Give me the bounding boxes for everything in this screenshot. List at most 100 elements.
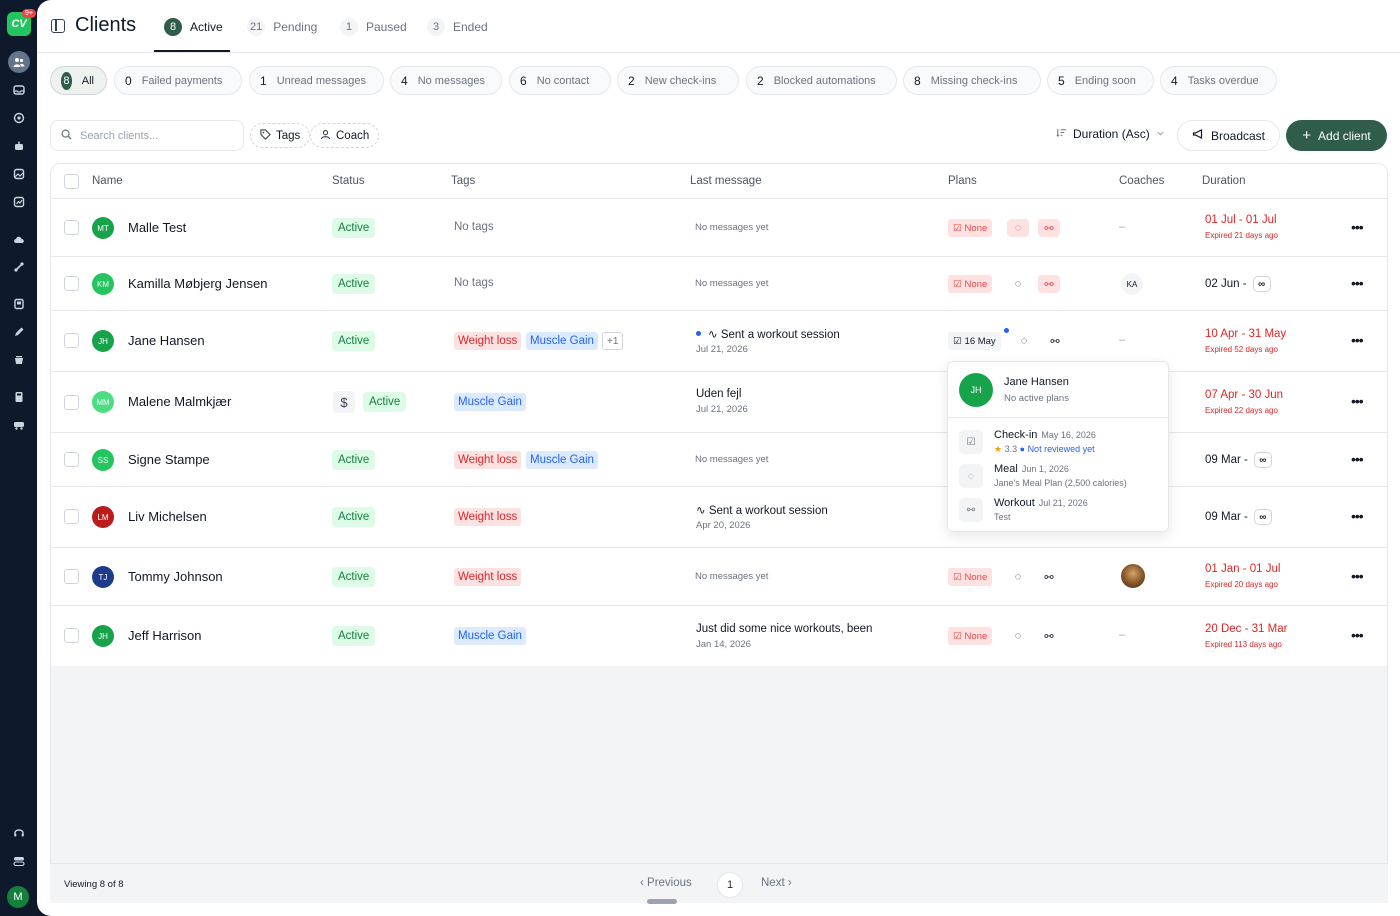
scroll-handle[interactable] (647, 899, 677, 904)
tag-more[interactable]: +1 (602, 332, 624, 350)
client-name[interactable]: Kamilla Møbjerg Jensen (128, 276, 267, 291)
checkin-plan-badge[interactable]: ☑ None (948, 568, 993, 586)
client-name[interactable]: Tommy Johnson (128, 569, 223, 584)
table-row[interactable]: MM Malene Malmkjær $ Active Muscle Gain … (51, 372, 1387, 433)
last-message-title[interactable]: Just did some nice workouts, been (696, 623, 872, 635)
link-icon[interactable] (8, 256, 30, 278)
client-name[interactable]: Jeff Harrison (128, 628, 201, 643)
next-page-button[interactable]: Next › (761, 877, 792, 889)
more-options-icon[interactable]: ••• (1351, 451, 1364, 467)
sort-dropdown[interactable]: Duration (Asc) (1056, 127, 1165, 141)
more-options-icon[interactable]: ••• (1351, 332, 1364, 348)
checkin-plan-badge[interactable]: ☑ None (948, 275, 993, 293)
row-checkbox[interactable] (64, 333, 79, 348)
table-row[interactable]: JH Jane Hansen Active Weight loss Muscle… (51, 311, 1387, 372)
filter-ending-soon[interactable]: 5 Ending soon (1047, 66, 1154, 95)
table-row[interactable]: LM Liv Michelsen Active Weight loss ∿ Se… (51, 487, 1387, 548)
train-icon[interactable] (8, 414, 30, 436)
more-options-icon[interactable]: ••• (1351, 568, 1364, 584)
pen-icon[interactable] (8, 321, 30, 343)
row-checkbox[interactable] (64, 276, 79, 291)
column-header-tags[interactable]: Tags (451, 175, 475, 187)
filter-no-messages[interactable]: 4 No messages (390, 66, 502, 95)
tab-pending[interactable]: 21 Pending (247, 16, 317, 38)
filter-tasks-overdue[interactable]: 4 Tasks overdue (1160, 66, 1277, 95)
page-number-button[interactable]: 1 (717, 872, 743, 898)
tag-weight-loss[interactable]: Weight loss (454, 568, 522, 586)
target-icon[interactable] (8, 107, 30, 129)
add-client-button[interactable]: + Add client (1286, 120, 1387, 151)
filter-blocked-automations[interactable]: 2 Blocked automations (746, 66, 897, 95)
last-message-title[interactable]: Uden fejl (696, 388, 741, 400)
table-row[interactable]: JH Jeff Harrison Active Muscle Gain Just… (51, 606, 1387, 666)
meal-plan-icon[interactable]: ◌ (1007, 627, 1029, 645)
inbox-icon[interactable] (8, 79, 30, 101)
column-header-duration[interactable]: Duration (1202, 175, 1245, 187)
sidebar-toggle-icon[interactable] (51, 19, 65, 33)
coach-avatar[interactable]: KA (1121, 273, 1143, 295)
workout-plan-icon[interactable]: ⚯ (1038, 275, 1060, 293)
more-options-icon[interactable]: ••• (1351, 393, 1364, 409)
user-avatar[interactable]: M (7, 886, 29, 908)
bot-icon[interactable] (8, 135, 30, 157)
filter-new-check-ins[interactable]: 2 New check-ins (617, 66, 739, 95)
client-name[interactable]: Jane Hansen (128, 333, 205, 348)
table-row[interactable]: KM Kamilla Møbjerg Jensen Active No tags… (51, 257, 1387, 311)
coach-avatar[interactable] (1121, 564, 1145, 588)
more-options-icon[interactable]: ••• (1351, 275, 1364, 291)
tag-weight-loss[interactable]: Weight loss (454, 332, 522, 350)
workout-plan-icon[interactable]: ⚯ (1044, 332, 1066, 350)
tag-weight-loss[interactable]: Weight loss (454, 508, 522, 526)
checkin-plan-badge[interactable]: ☑ None (948, 627, 993, 645)
tab-active[interactable]: 8 Active (164, 16, 223, 38)
column-header-name[interactable]: Name (92, 175, 123, 187)
popover-checkin[interactable]: Check-in May 16, 2026 (994, 429, 1096, 441)
book-icon[interactable] (8, 293, 30, 315)
popover-workout[interactable]: Workout Jul 21, 2026 (994, 497, 1088, 509)
broadcast-button[interactable]: Broadcast (1177, 120, 1280, 151)
table-row[interactable]: TJ Tommy Johnson Active Weight loss No m… (51, 548, 1387, 606)
workout-plan-icon[interactable]: ⚯ (1038, 627, 1060, 645)
more-options-icon[interactable]: ••• (1351, 219, 1364, 235)
tab-paused[interactable]: 1 Paused (340, 16, 407, 38)
tag-muscle-gain[interactable]: Muscle Gain (526, 451, 598, 469)
tag-weight-loss[interactable]: Weight loss (454, 451, 522, 469)
column-header-plans[interactable]: Plans (948, 175, 977, 187)
more-options-icon[interactable]: ••• (1351, 627, 1364, 643)
analytics-icon[interactable] (8, 191, 30, 213)
tag-muscle-gain[interactable]: Muscle Gain (526, 332, 598, 350)
payment-icon[interactable]: $ (333, 391, 355, 413)
tag-muscle-gain[interactable]: Muscle Gain (454, 393, 526, 411)
tags-filter-button[interactable]: Tags (250, 123, 311, 148)
last-message-title[interactable]: ∿ Sent a workout session (708, 327, 840, 341)
row-checkbox[interactable] (64, 569, 79, 584)
row-checkbox[interactable] (64, 509, 79, 524)
clients-icon[interactable] (8, 51, 30, 73)
row-checkbox[interactable] (64, 395, 79, 410)
filter-failed-payments[interactable]: 0 Failed payments (114, 66, 242, 95)
row-checkbox[interactable] (64, 220, 79, 235)
previous-page-button[interactable]: ‹ Previous (640, 877, 692, 889)
workout-plan-icon[interactable]: ⚯ (1038, 219, 1060, 237)
client-name[interactable]: Liv Michelsen (128, 509, 207, 524)
toggle-icon[interactable] (8, 850, 30, 872)
workout-plan-icon[interactable]: ⚯ (1038, 568, 1060, 586)
popover-meal[interactable]: Meal Jun 1, 2026 (994, 463, 1069, 475)
checkin-plan-badge[interactable]: ☑ None (948, 219, 993, 237)
select-all-checkbox[interactable] (64, 174, 79, 189)
calculator-icon[interactable] (8, 386, 30, 408)
tag-muscle-gain[interactable]: Muscle Gain (454, 627, 526, 645)
filter-unread-messages[interactable]: 1 Unread messages (249, 66, 384, 95)
headset-icon[interactable] (8, 822, 30, 844)
table-row[interactable]: MT Malle Test Active No tags No messages… (51, 199, 1387, 257)
last-message-title[interactable]: ∿ Sent a workout session (696, 503, 828, 517)
checkin-plan-badge[interactable]: ☑ 16 May (948, 332, 1001, 350)
client-name[interactable]: Malle Test (128, 220, 186, 235)
meal-plan-icon[interactable]: ◌ (1007, 219, 1029, 237)
filter-all[interactable]: 8 All (50, 66, 107, 95)
meal-plan-icon[interactable]: ◌ (1007, 275, 1029, 293)
meal-plan-icon[interactable]: ◌ (1007, 568, 1029, 586)
column-header-status[interactable]: Status (332, 175, 365, 187)
client-name[interactable]: Signe Stampe (128, 452, 210, 467)
gallery-icon[interactable] (8, 163, 30, 185)
